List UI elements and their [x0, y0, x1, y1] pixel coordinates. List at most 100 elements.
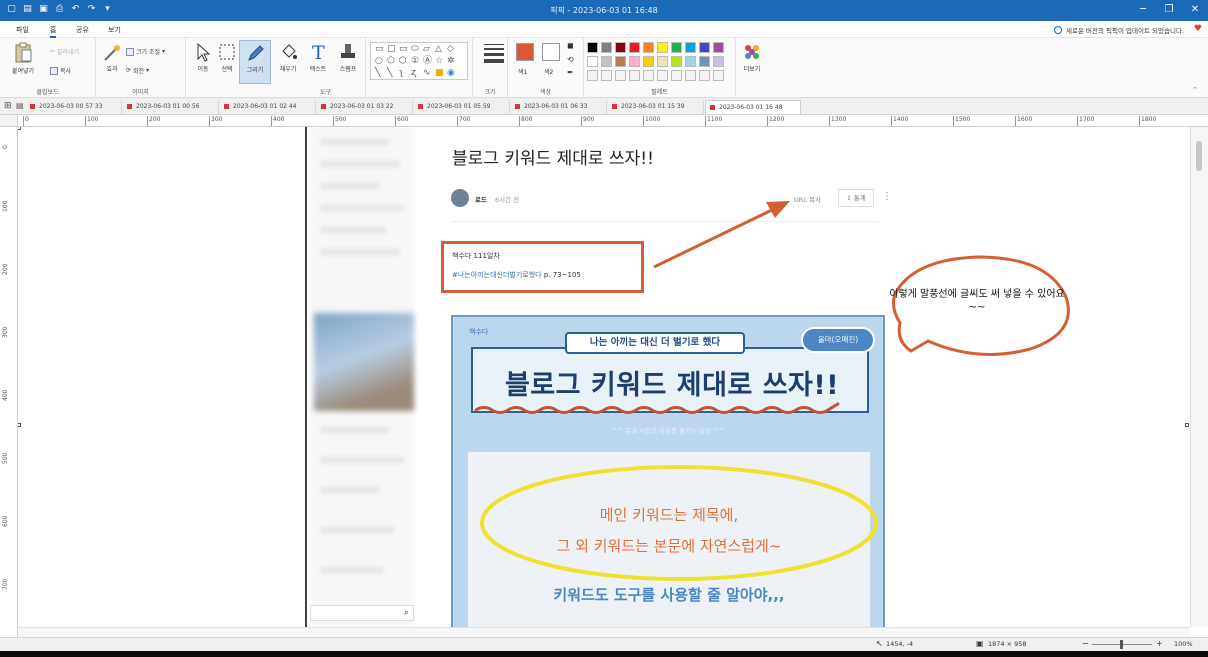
star-shape-icon[interactable]: ☆: [435, 57, 443, 66]
line2-shape-icon[interactable]: ╲: [387, 69, 392, 78]
doc-tab[interactable]: 2023-06-03 01 15 39: [608, 100, 704, 114]
palette-swatch-empty[interactable]: [615, 70, 626, 81]
tab-view[interactable]: 보기: [108, 25, 121, 35]
copy-button[interactable]: 복사: [50, 66, 71, 75]
line-shape-icon[interactable]: ╲: [375, 69, 380, 78]
resize-handle[interactable]: [18, 423, 21, 427]
vertical-scrollbar[interactable]: [1190, 127, 1208, 627]
palette-swatch-empty[interactable]: [587, 70, 598, 81]
doc-tab[interactable]: 2023-06-03 01 03 22: [317, 100, 413, 114]
blur-shape-icon[interactable]: ◉: [447, 69, 455, 78]
palette-swatch[interactable]: [657, 42, 668, 53]
palette-swatch[interactable]: [699, 56, 710, 67]
palette-swatch-empty[interactable]: [643, 70, 654, 81]
callout-shape-icon[interactable]: ▱: [423, 45, 430, 54]
circle-number-shape-icon[interactable]: ①: [411, 57, 419, 66]
palette-swatch[interactable]: [657, 56, 668, 67]
shapes-gallery[interactable]: ▭ ▢ ▭ ⬭ ▱ △ ◇ ○ ⬠ ⬡ ① Ⓐ ☆ ✲ ╲ ╲ ʅ ʐ ∿ ■ …: [370, 42, 468, 80]
doc-tab[interactable]: 2023-06-03 01 05 59: [414, 100, 510, 114]
rotate-button[interactable]: ⟳ 회전 ▾: [126, 66, 149, 75]
palette-swatch-empty[interactable]: [601, 70, 612, 81]
palette-swatch-empty[interactable]: [629, 70, 640, 81]
text-button[interactable]: T 텍스트: [304, 42, 332, 73]
doc-tab[interactable]: 2023-06-03 00 57 33: [26, 100, 122, 114]
circle-shape-icon[interactable]: ○: [375, 57, 383, 66]
doc-tab[interactable]: 2023-06-03 01 06 33: [511, 100, 607, 114]
swap-colors-icon[interactable]: ⟲: [567, 55, 574, 64]
collapse-ribbon-icon[interactable]: ⌃: [1192, 86, 1198, 94]
heart-icon[interactable]: ♥: [1194, 24, 1202, 34]
cut-button[interactable]: ✂ 잘라내기: [50, 47, 79, 56]
palette-swatch-empty[interactable]: [657, 70, 668, 81]
move-button[interactable]: 이동: [190, 42, 216, 73]
diamond-shape-icon[interactable]: ◇: [447, 45, 454, 54]
scrollbar-thumb[interactable]: [1196, 141, 1202, 171]
zigzag-shape-icon[interactable]: ʐ: [411, 69, 416, 78]
palette-swatch[interactable]: [699, 42, 710, 53]
draw-button[interactable]: 그리기: [239, 40, 271, 84]
palette-swatch[interactable]: [587, 42, 598, 53]
resize-handle[interactable]: [18, 127, 21, 130]
grid-view-icon[interactable]: ⊞: [4, 101, 12, 111]
hexagon-shape-icon[interactable]: ⬡: [399, 57, 407, 66]
update-notice[interactable]: 새로운 버전의 픽픽이 업데이트 되었습니다.: [1054, 25, 1184, 35]
palette-swatch[interactable]: [671, 56, 682, 67]
triangle-shape-icon[interactable]: △: [435, 45, 442, 54]
palette-swatch[interactable]: [671, 42, 682, 53]
gear-shape-icon[interactable]: ✲: [447, 57, 455, 66]
image-canvas[interactable]: ⌕ 블로그 키워드 제대로 쓰자!! 로드 6시간 전 URL 복사 ⇪ 통계 …: [18, 127, 1190, 627]
rectangle-shape-icon[interactable]: ▭: [375, 45, 384, 54]
default-colors-icon[interactable]: ◼: [567, 41, 574, 50]
palette-swatch[interactable]: [629, 56, 640, 67]
zoom-in-icon[interactable]: +: [1156, 639, 1163, 648]
eyedropper-icon[interactable]: ✒: [567, 68, 574, 77]
resize-handle[interactable]: [1185, 423, 1189, 427]
circle-a-shape-icon[interactable]: Ⓐ: [423, 57, 432, 66]
palette-swatch[interactable]: [615, 56, 626, 67]
palette-swatch[interactable]: [601, 56, 612, 67]
doc-tab-active[interactable]: 2023-06-03 01 16 48: [705, 100, 801, 114]
effects-button[interactable]: 효과: [100, 44, 124, 73]
close-button[interactable]: ✕: [1182, 0, 1208, 21]
stamp-button[interactable]: 스탬프: [334, 42, 362, 73]
zoom-out-icon[interactable]: −: [1082, 639, 1089, 648]
tab-share[interactable]: 공유: [76, 25, 89, 35]
paste-button[interactable]: 붙여넣기: [8, 42, 38, 75]
minimize-button[interactable]: ─: [1130, 0, 1156, 21]
rounded-rect-shape-icon[interactable]: ▢: [387, 45, 396, 54]
more-colors-button[interactable]: 더보기: [738, 42, 766, 73]
color1-swatch[interactable]: [516, 43, 534, 61]
palette-swatch-empty[interactable]: [671, 70, 682, 81]
pentagon-shape-icon[interactable]: ⬠: [387, 57, 395, 66]
palette-swatch[interactable]: [615, 42, 626, 53]
palette-swatch[interactable]: [685, 42, 696, 53]
doc-tab[interactable]: 2023-06-03 01 00 56: [123, 100, 219, 114]
fill-button[interactable]: 채우기: [274, 42, 302, 73]
curve-shape-icon[interactable]: ʅ: [399, 69, 403, 78]
rect-shape-icon[interactable]: ▭: [399, 45, 408, 54]
palette-swatch-empty[interactable]: [713, 70, 724, 81]
palette-swatch[interactable]: [601, 42, 612, 53]
horizontal-scrollbar[interactable]: [18, 627, 1190, 637]
tab-home[interactable]: 홈: [50, 25, 57, 38]
tab-list-icon[interactable]: ▤: [16, 101, 24, 110]
palette-swatch[interactable]: [643, 42, 654, 53]
palette-swatch[interactable]: [629, 42, 640, 53]
highlight-shape-icon[interactable]: ■: [435, 69, 444, 78]
color2-swatch[interactable]: [542, 43, 560, 61]
doc-tab[interactable]: 2023-06-03 01 02 44: [220, 100, 316, 114]
palette-swatch[interactable]: [713, 42, 724, 53]
palette-swatch[interactable]: [713, 56, 724, 67]
palette-swatch[interactable]: [643, 56, 654, 67]
resize-button[interactable]: 크기 조절 ▾: [126, 47, 165, 56]
palette-swatch-empty[interactable]: [699, 70, 710, 81]
palette-swatch[interactable]: [685, 56, 696, 67]
select-button[interactable]: 선택: [214, 42, 240, 73]
palette-swatch[interactable]: [587, 56, 598, 67]
palette-swatch-empty[interactable]: [685, 70, 696, 81]
ellipse-shape-icon[interactable]: ⬭: [411, 45, 419, 54]
zoom-slider-thumb[interactable]: [1120, 640, 1123, 649]
maximize-button[interactable]: ❐: [1156, 0, 1182, 21]
tab-file[interactable]: 파일: [16, 25, 29, 35]
freeform-shape-icon[interactable]: ∿: [423, 69, 431, 78]
